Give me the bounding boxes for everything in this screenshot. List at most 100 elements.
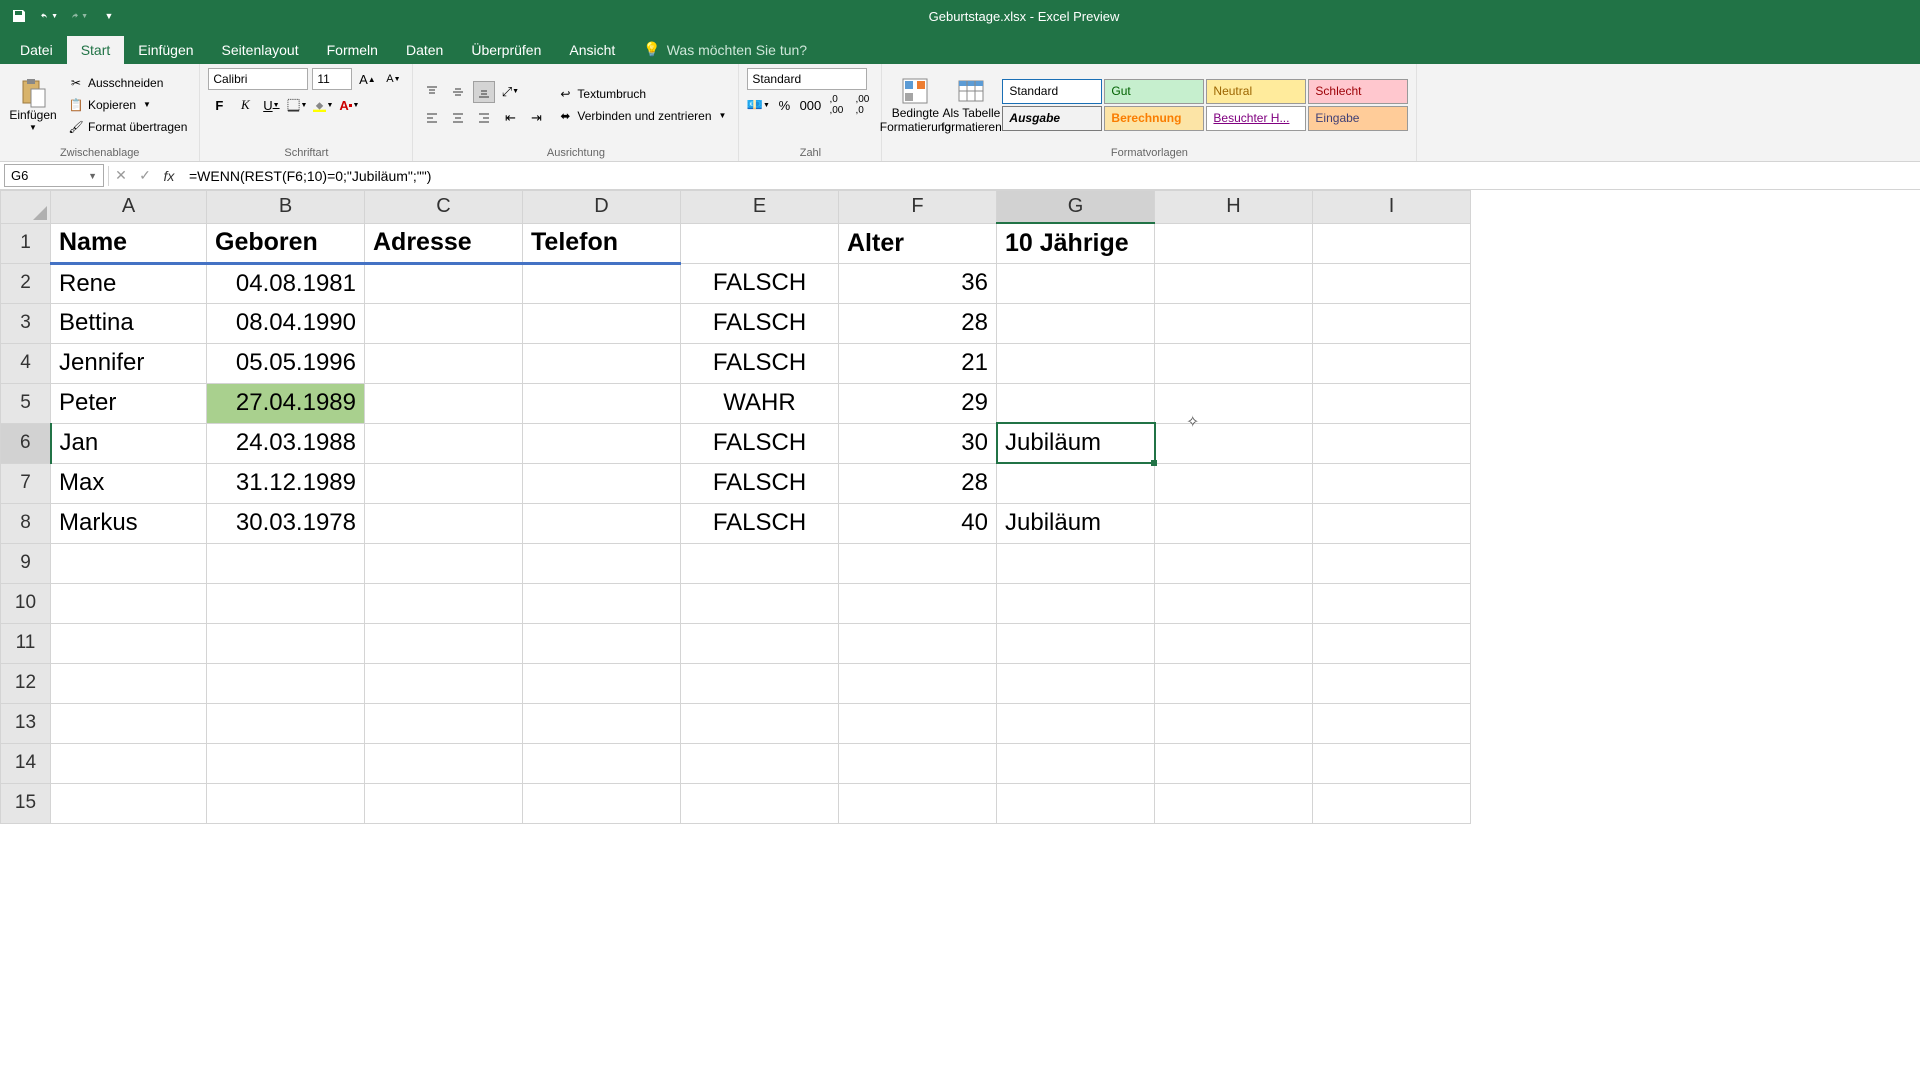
cell-A8[interactable]: Markus: [51, 503, 207, 543]
cell-H9[interactable]: [1155, 543, 1313, 583]
row-header-8[interactable]: 8: [1, 503, 51, 543]
cell-B15[interactable]: [207, 783, 365, 823]
cell-G11[interactable]: [997, 623, 1155, 663]
cell-E6[interactable]: FALSCH: [681, 423, 839, 463]
cell-G7[interactable]: [997, 463, 1155, 503]
redo-icon[interactable]: ▼: [70, 7, 88, 25]
cell-D4[interactable]: [523, 343, 681, 383]
tab-start[interactable]: Start: [67, 36, 125, 64]
cell-A15[interactable]: [51, 783, 207, 823]
cell-I2[interactable]: [1313, 263, 1471, 303]
cell-A9[interactable]: [51, 543, 207, 583]
cell-C4[interactable]: [365, 343, 523, 383]
name-box[interactable]: G6 ▼: [4, 164, 104, 187]
cell-H11[interactable]: [1155, 623, 1313, 663]
column-header-B[interactable]: B: [207, 191, 365, 224]
row-header-4[interactable]: 4: [1, 343, 51, 383]
cell-G1[interactable]: 10 Jährige: [997, 223, 1155, 263]
cell-D9[interactable]: [523, 543, 681, 583]
cell-B11[interactable]: [207, 623, 365, 663]
tab-ueberpruefen[interactable]: Überprüfen: [457, 36, 555, 64]
column-header-D[interactable]: D: [523, 191, 681, 224]
row-header-14[interactable]: 14: [1, 743, 51, 783]
cell-E7[interactable]: FALSCH: [681, 463, 839, 503]
cell-E2[interactable]: FALSCH: [681, 263, 839, 303]
cell-H6[interactable]: [1155, 423, 1313, 463]
bold-button[interactable]: F: [208, 94, 230, 116]
cell-B10[interactable]: [207, 583, 365, 623]
cell-D15[interactable]: [523, 783, 681, 823]
underline-button[interactable]: U ▼: [260, 94, 282, 116]
copy-button[interactable]: 📋Kopieren▼: [64, 95, 191, 115]
cell-H14[interactable]: [1155, 743, 1313, 783]
cell-I14[interactable]: [1313, 743, 1471, 783]
cell-B2[interactable]: 04.08.1981: [207, 263, 365, 303]
cell-I11[interactable]: [1313, 623, 1471, 663]
cell-C15[interactable]: [365, 783, 523, 823]
align-center-button[interactable]: [447, 107, 469, 129]
style-besuchter[interactable]: Besuchter H...: [1206, 106, 1306, 131]
cell-F3[interactable]: 28: [839, 303, 997, 343]
cell-E4[interactable]: FALSCH: [681, 343, 839, 383]
style-eingabe[interactable]: Eingabe: [1308, 106, 1408, 131]
cell-G8[interactable]: Jubiläum: [997, 503, 1155, 543]
select-all-corner[interactable]: [1, 191, 51, 224]
cell-G12[interactable]: [997, 663, 1155, 703]
cell-G15[interactable]: [997, 783, 1155, 823]
cell-G10[interactable]: [997, 583, 1155, 623]
align-right-button[interactable]: [473, 107, 495, 129]
cell-C8[interactable]: [365, 503, 523, 543]
row-header-7[interactable]: 7: [1, 463, 51, 503]
cell-B3[interactable]: 08.04.1990: [207, 303, 365, 343]
cell-F14[interactable]: [839, 743, 997, 783]
cell-B14[interactable]: [207, 743, 365, 783]
cell-B9[interactable]: [207, 543, 365, 583]
format-painter-button[interactable]: 🖌Format übertragen: [64, 117, 191, 137]
accounting-format-button[interactable]: 💶▼: [747, 94, 769, 116]
style-neutral[interactable]: Neutral: [1206, 79, 1306, 104]
spreadsheet-grid[interactable]: ABCDEFGHI1NameGeborenAdresseTelefonAlter…: [0, 190, 1920, 824]
decrease-font-button[interactable]: A▼: [382, 68, 404, 90]
align-bottom-button[interactable]: [473, 81, 495, 103]
cell-F9[interactable]: [839, 543, 997, 583]
cell-B12[interactable]: [207, 663, 365, 703]
cell-C3[interactable]: [365, 303, 523, 343]
cell-H3[interactable]: [1155, 303, 1313, 343]
cell-E9[interactable]: [681, 543, 839, 583]
column-header-E[interactable]: E: [681, 191, 839, 224]
undo-icon[interactable]: ▼: [40, 7, 58, 25]
cell-I8[interactable]: [1313, 503, 1471, 543]
conditional-format-button[interactable]: Bedingte Formatierung: [890, 73, 940, 135]
align-top-button[interactable]: [421, 81, 443, 103]
formula-input[interactable]: [181, 164, 1920, 187]
cell-C6[interactable]: [365, 423, 523, 463]
tab-ansicht[interactable]: Ansicht: [555, 36, 629, 64]
increase-decimal-button[interactable]: ,0,00: [825, 94, 847, 116]
cell-A1[interactable]: Name: [51, 223, 207, 263]
cell-D2[interactable]: [523, 263, 681, 303]
tab-formeln[interactable]: Formeln: [313, 36, 392, 64]
increase-font-button[interactable]: A▲: [356, 68, 378, 90]
cell-G14[interactable]: [997, 743, 1155, 783]
cell-C9[interactable]: [365, 543, 523, 583]
cell-styles-gallery[interactable]: Standard Gut Neutral Schlecht Ausgabe Be…: [1002, 79, 1408, 131]
format-as-table-button[interactable]: Als Tabelle formatieren: [946, 73, 996, 135]
cell-H12[interactable]: [1155, 663, 1313, 703]
cell-I5[interactable]: [1313, 383, 1471, 423]
wrap-text-button[interactable]: ↩Textumbruch: [553, 84, 730, 104]
cell-F10[interactable]: [839, 583, 997, 623]
cell-E3[interactable]: FALSCH: [681, 303, 839, 343]
cell-A5[interactable]: Peter: [51, 383, 207, 423]
cell-C2[interactable]: [365, 263, 523, 303]
increase-indent-button[interactable]: ⇥: [525, 107, 547, 129]
style-ausgabe[interactable]: Ausgabe: [1002, 106, 1102, 131]
align-middle-button[interactable]: [447, 81, 469, 103]
cell-E5[interactable]: WAHR: [681, 383, 839, 423]
fill-color-button[interactable]: ▼: [312, 94, 334, 116]
cell-B7[interactable]: 31.12.1989: [207, 463, 365, 503]
cut-button[interactable]: ✂Ausschneiden: [64, 73, 191, 93]
row-header-10[interactable]: 10: [1, 583, 51, 623]
cell-H1[interactable]: [1155, 223, 1313, 263]
tab-einfuegen[interactable]: Einfügen: [124, 36, 207, 64]
column-header-H[interactable]: H: [1155, 191, 1313, 224]
